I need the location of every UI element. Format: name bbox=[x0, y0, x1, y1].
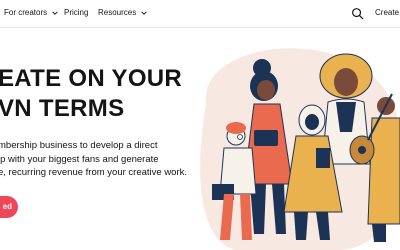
top-navbar: For creators Pricing Resources Create o bbox=[0, 0, 400, 28]
nav-resources[interactable]: Resources bbox=[98, 8, 148, 17]
hero-description-line: ip with your biggest fans and generate bbox=[0, 153, 159, 165]
create-link[interactable]: Create o bbox=[375, 8, 400, 17]
creators-illustration bbox=[200, 48, 400, 250]
get-started-button[interactable]: ed bbox=[0, 196, 18, 218]
hero-title: EATE ON YOUR VN TERMS bbox=[0, 64, 182, 124]
chevron-down-icon bbox=[141, 10, 147, 15]
hero-description-line: e, recurring revenue from your creative … bbox=[0, 167, 188, 178]
hero-title-line: EATE ON YOUR bbox=[0, 65, 183, 92]
hero-title-line: VN TERMS bbox=[0, 95, 125, 122]
nav-for-creators[interactable]: For creators bbox=[4, 8, 59, 17]
hero-description: mbership business to develop a direct ip… bbox=[0, 139, 198, 180]
nav-pricing[interactable]: Pricing bbox=[64, 8, 88, 17]
search-icon[interactable] bbox=[351, 7, 364, 20]
nav-pricing-label: Pricing bbox=[64, 8, 89, 17]
hero-description-line: mbership business to develop a direct bbox=[0, 140, 158, 151]
nav-for-creators-label: For creators bbox=[4, 8, 48, 17]
chevron-down-icon bbox=[52, 10, 58, 15]
nav-resources-label: Resources bbox=[98, 8, 137, 17]
